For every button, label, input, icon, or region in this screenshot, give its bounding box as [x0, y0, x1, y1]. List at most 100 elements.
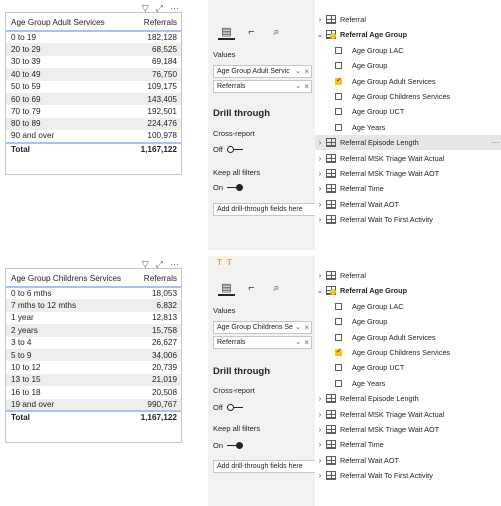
field-checkbox[interactable]: [335, 379, 342, 387]
format-paint-icon[interactable]: ⌐: [243, 280, 260, 296]
chevron-right-icon[interactable]: ›: [316, 200, 324, 209]
chevron-right-icon[interactable]: ›: [316, 410, 324, 419]
filter-icon[interactable]: ▽: [142, 259, 149, 269]
table-row[interactable]: 20 to 29 68,525: [6, 43, 181, 56]
field-checkbox[interactable]: [335, 76, 342, 85]
table-row[interactable]: 0 to 6 mths 18,053: [6, 287, 181, 299]
field-item[interactable]: Age Group: [315, 58, 501, 73]
field-item[interactable]: Age Group Adult Services: [315, 74, 501, 89]
chevron-down-icon[interactable]: ⌄: [316, 30, 324, 39]
values-well-field[interactable]: Age Group Adult Servic ⌄ ×: [213, 65, 312, 78]
chevron-right-icon[interactable]: ›: [316, 425, 324, 434]
field-item[interactable]: Age Group Adult Services: [315, 330, 501, 345]
field-checkbox[interactable]: [335, 108, 342, 116]
chevron-down-icon[interactable]: ⌄: [295, 338, 301, 346]
table-row[interactable]: 50 to 59 109,175: [6, 81, 181, 93]
field-item[interactable]: Age Years: [315, 376, 501, 391]
field-item[interactable]: Age Years: [315, 120, 501, 135]
field-item[interactable]: Age Group LAC: [315, 299, 501, 314]
table-row[interactable]: 10 to 12 20,739: [6, 361, 181, 373]
chevron-right-icon[interactable]: ›: [316, 440, 324, 449]
field-table-row[interactable]: › Referral Wait To First Activity: [315, 212, 501, 227]
cross-report-toggle[interactable]: Off: [213, 145, 243, 154]
adult-table-visual[interactable]: ▽ ⤢ ··· Age Group Adult Services Referra…: [5, 3, 182, 175]
field-table-row[interactable]: › Referral MSK Triage Wait Actual: [315, 407, 501, 422]
field-checkbox[interactable]: [335, 62, 342, 70]
field-item[interactable]: Age Group Childrens Services: [315, 89, 501, 104]
chevron-right-icon[interactable]: ›: [316, 271, 324, 280]
chevron-down-icon[interactable]: ⌄: [295, 82, 301, 90]
column-header[interactable]: Age Group Childrens Services: [6, 269, 133, 288]
analytics-icon[interactable]: ⌕: [268, 24, 285, 40]
chevron-right-icon[interactable]: ›: [316, 456, 324, 465]
field-item[interactable]: Age Group UCT: [315, 104, 501, 119]
values-well-field[interactable]: Referrals ⌄ ×: [213, 80, 312, 93]
analytics-icon[interactable]: ⌕: [268, 280, 285, 296]
field-table-row[interactable]: › Referral Time: [315, 181, 501, 196]
drill-through-dropzone[interactable]: Add drill-through fields here: [213, 460, 316, 473]
field-checkbox[interactable]: [335, 123, 342, 131]
field-checkbox[interactable]: [335, 302, 342, 310]
remove-icon[interactable]: ×: [304, 323, 309, 332]
chevron-down-icon[interactable]: ⌄: [295, 67, 301, 75]
field-checkbox[interactable]: [335, 46, 342, 54]
toggle-switch[interactable]: [226, 145, 243, 154]
field-table-row[interactable]: › Referral Episode Length: [315, 391, 501, 406]
column-header[interactable]: Referrals: [132, 269, 181, 288]
fields-well-icon[interactable]: ▤: [218, 280, 235, 296]
drill-through-dropzone[interactable]: Add drill-through fields here: [213, 203, 316, 216]
table-row[interactable]: 80 to 89 224,476: [6, 117, 181, 131]
keep-filters-toggle[interactable]: On: [213, 183, 244, 192]
toggle-switch[interactable]: [227, 183, 244, 192]
field-checkbox[interactable]: [335, 93, 342, 100]
field-checkbox[interactable]: [335, 347, 342, 356]
column-header[interactable]: Age Group Adult Services: [6, 13, 128, 32]
more-options-icon[interactable]: ···: [170, 259, 179, 269]
field-checkbox[interactable]: [335, 318, 342, 326]
field-checkbox[interactable]: [335, 333, 342, 341]
field-item[interactable]: Age Group: [315, 314, 501, 329]
table-row[interactable]: 5 to 9 34,006: [6, 348, 181, 362]
field-table-row[interactable]: ⌄ Referral Age Group: [315, 27, 501, 42]
field-table-row[interactable]: › Referral MSK Triage Wait AOT: [315, 166, 501, 181]
chevron-right-icon[interactable]: ›: [316, 154, 324, 163]
chevron-right-icon[interactable]: ›: [316, 215, 324, 224]
field-item[interactable]: Age Group Childrens Services: [315, 345, 501, 360]
remove-icon[interactable]: ×: [304, 67, 309, 76]
table-row[interactable]: 30 to 39 69,184: [6, 56, 181, 68]
column-header[interactable]: Referrals: [127, 13, 181, 32]
table-row[interactable]: 90 and over 100,978: [6, 130, 181, 142]
table-row[interactable]: 13 to 15 21,019: [6, 373, 181, 387]
field-table-row[interactable]: › Referral Wait AOT: [315, 197, 501, 212]
table-row[interactable]: 70 to 79 192,501: [6, 105, 181, 117]
values-well-field[interactable]: Referrals ⌄ ×: [213, 336, 312, 349]
field-table-row[interactable]: › Referral Wait AOT: [315, 453, 501, 468]
field-checkbox[interactable]: [335, 364, 342, 372]
format-paint-icon[interactable]: ⌐: [243, 24, 260, 40]
more-options-icon[interactable]: ···: [170, 3, 179, 13]
table-row[interactable]: 1 year 12,813: [6, 312, 181, 324]
chevron-down-icon[interactable]: ⌄: [295, 323, 301, 331]
field-item[interactable]: Age Group LAC: [315, 43, 501, 58]
toggle-switch[interactable]: [227, 441, 244, 450]
field-table-row[interactable]: › Referral: [315, 12, 501, 27]
table-row[interactable]: 40 to 49 76,750: [6, 68, 181, 81]
table-row[interactable]: 60 to 69 143,405: [6, 92, 181, 106]
chevron-down-icon[interactable]: ⌄: [316, 286, 324, 295]
more-options-icon[interactable]: ···: [491, 138, 499, 147]
toggle-switch[interactable]: [226, 403, 243, 412]
field-table-row[interactable]: › Referral Episode Length ···: [315, 135, 501, 151]
cross-report-toggle[interactable]: Off: [213, 403, 243, 412]
chevron-right-icon[interactable]: ›: [316, 169, 324, 178]
focus-mode-icon[interactable]: ⤢: [156, 3, 163, 13]
field-table-row[interactable]: › Referral: [315, 268, 501, 283]
keep-filters-toggle[interactable]: On: [213, 441, 244, 450]
remove-icon[interactable]: ×: [304, 82, 309, 91]
chevron-right-icon[interactable]: ›: [316, 394, 324, 403]
values-well-field[interactable]: Age Group Childrens Se ⌄ ×: [213, 321, 312, 334]
field-table-row[interactable]: › Referral Wait To First Activity: [315, 468, 501, 483]
filter-icon[interactable]: ▽: [142, 3, 149, 13]
fields-well-icon[interactable]: ▤: [218, 24, 235, 40]
field-table-row[interactable]: ⌄ Referral Age Group: [315, 283, 501, 298]
children-table-visual[interactable]: ▽ ⤢ ··· Age Group Childrens Services Ref…: [5, 259, 182, 443]
